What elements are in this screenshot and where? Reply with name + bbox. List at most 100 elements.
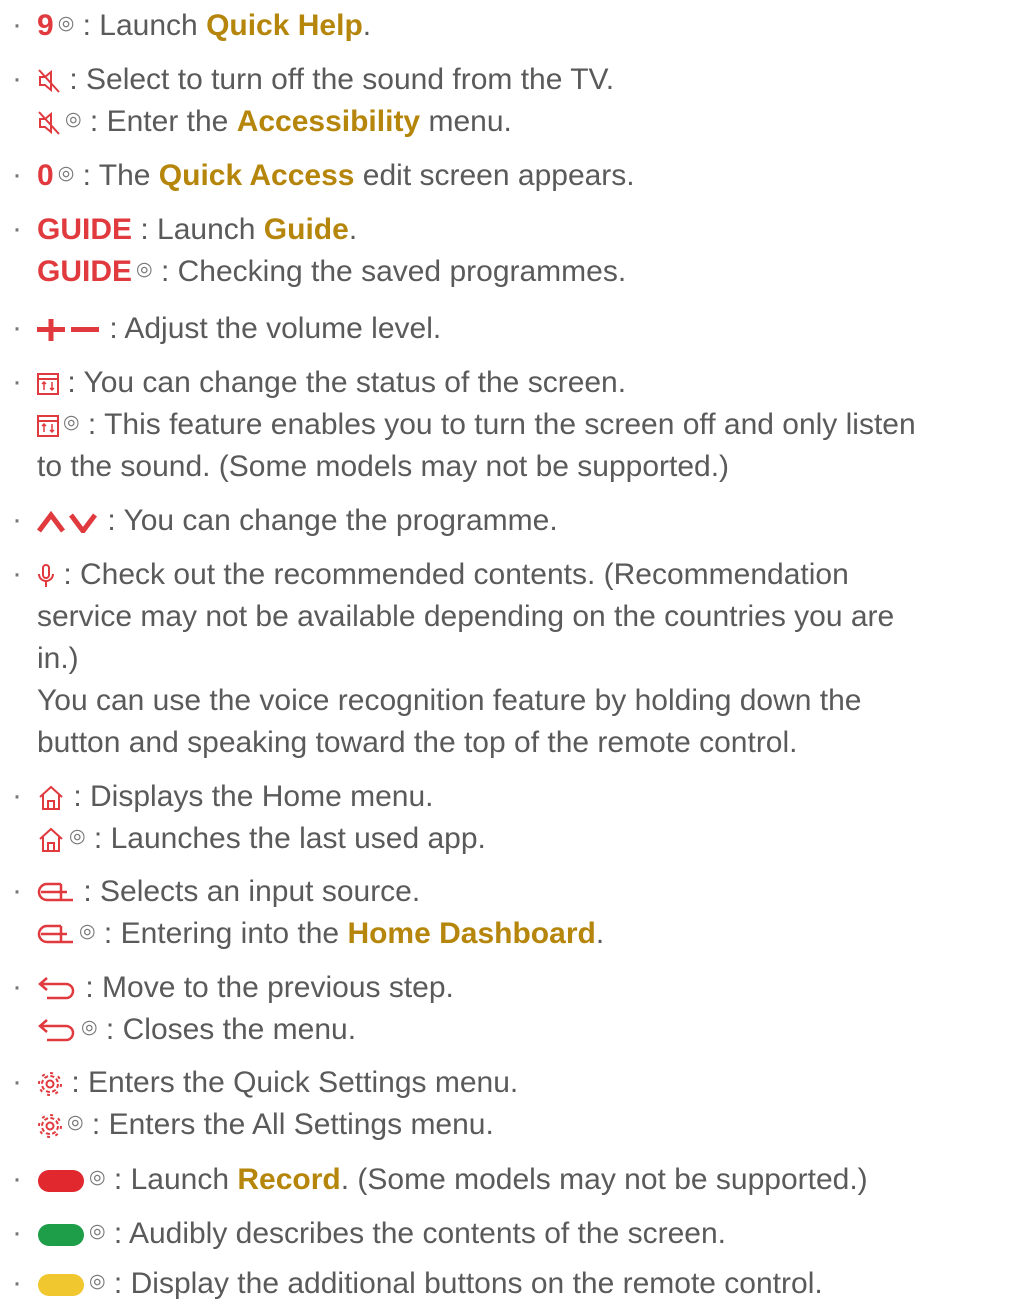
separator: : bbox=[63, 1066, 89, 1099]
separator: : bbox=[75, 875, 101, 908]
home-icon bbox=[37, 827, 65, 853]
item-line: 0 ◎ : The Quick Access edit screen appear… bbox=[37, 158, 635, 194]
item-text: Enters the All Settings menu. bbox=[108, 1108, 494, 1141]
hold-icon: ◎ bbox=[63, 412, 80, 433]
item-text: Displays the Home menu. bbox=[90, 780, 434, 813]
separator: : bbox=[105, 1217, 129, 1250]
item-text: Launch bbox=[130, 1163, 238, 1196]
hold-icon: ◎ bbox=[65, 109, 82, 130]
bullet: · bbox=[12, 158, 22, 191]
bullet: · bbox=[12, 874, 22, 907]
item-text: Launches the last used app. bbox=[110, 822, 486, 855]
bullet: · bbox=[12, 212, 22, 245]
item-line: to the sound. (Some models may not be su… bbox=[37, 449, 729, 485]
hold-icon: ◎ bbox=[67, 1112, 84, 1133]
hold-icon: ◎ bbox=[69, 826, 86, 847]
item-text: service may not be available depending o… bbox=[37, 600, 895, 633]
mute-icon bbox=[37, 68, 61, 94]
item-line: : Displays the Home menu. bbox=[37, 779, 434, 815]
bullet: · bbox=[12, 1162, 22, 1195]
item-line: ◎ : Closes the menu. bbox=[37, 1012, 356, 1048]
separator: : bbox=[105, 1163, 131, 1196]
item-line: ◎ : Audibly describes the contents of th… bbox=[37, 1216, 726, 1252]
separator: : bbox=[105, 1267, 131, 1300]
separator: : bbox=[55, 558, 81, 591]
separator: : bbox=[83, 1108, 109, 1141]
input-icon bbox=[37, 922, 75, 948]
item-line: : Enters the Quick Settings menu. bbox=[37, 1065, 518, 1101]
item-text: This feature enables you to turn the scr… bbox=[104, 408, 916, 441]
item-text: You can use the voice recognition featur… bbox=[37, 684, 862, 717]
item-text: Select to turn off the sound from the TV… bbox=[86, 63, 615, 96]
item-text: menu. bbox=[420, 105, 512, 138]
volume-icon bbox=[37, 319, 101, 342]
item-line: ◎ : Enter the Accessibility menu. bbox=[37, 104, 512, 140]
item-line: in.) bbox=[37, 641, 79, 677]
hold-icon: ◎ bbox=[57, 163, 75, 184]
item-text: Check out the recommended contents. (Rec… bbox=[80, 558, 849, 591]
back-icon bbox=[37, 976, 77, 1002]
item-text: Launch bbox=[157, 213, 264, 246]
item-text: Launch bbox=[99, 9, 207, 42]
item-text: The bbox=[98, 159, 159, 192]
accessibility-link[interactable]: Accessibility bbox=[237, 105, 420, 138]
key-nine: 9 bbox=[37, 9, 54, 42]
item-text: Selects an input source. bbox=[100, 875, 421, 908]
record-link[interactable]: Record bbox=[237, 1163, 340, 1196]
key-zero: 0 bbox=[37, 159, 54, 192]
bullet: · bbox=[12, 557, 22, 590]
hold-icon: ◎ bbox=[136, 259, 153, 280]
hold-icon: ◎ bbox=[81, 1017, 98, 1038]
item-line: You can use the voice recognition featur… bbox=[37, 683, 861, 719]
home-icon bbox=[37, 785, 65, 811]
hold-icon: ◎ bbox=[89, 1167, 106, 1188]
bullet: · bbox=[12, 970, 22, 1003]
item-text: Closes the menu. bbox=[122, 1013, 357, 1046]
item-line: GUIDE ◎ : Checking the saved programmes. bbox=[37, 254, 626, 290]
separator: : bbox=[97, 1013, 123, 1046]
channel-up-down-icon bbox=[37, 511, 99, 534]
quick-access-link[interactable]: Quick Access bbox=[159, 159, 355, 192]
separator: : bbox=[65, 780, 91, 813]
item-text: . bbox=[362, 9, 372, 42]
remote-buttons-description: · 9 ◎ : Launch Quick Help. · : Select to … bbox=[0, 0, 1018, 1307]
bullet: · bbox=[12, 1216, 22, 1249]
item-line: : Check out the recommended contents. (R… bbox=[37, 557, 849, 593]
settings-icon bbox=[37, 1071, 63, 1097]
separator: : bbox=[77, 971, 103, 1004]
guide-link[interactable]: Guide bbox=[264, 213, 349, 246]
separator: : bbox=[81, 105, 107, 138]
separator: : bbox=[95, 917, 121, 950]
item-line: ◎ : Launches the last used app. bbox=[37, 821, 486, 857]
separator: : bbox=[152, 255, 178, 288]
bullet: · bbox=[12, 365, 22, 398]
separator: : bbox=[132, 213, 158, 246]
item-text: . (Some models may not be supported.) bbox=[340, 1163, 868, 1196]
key-guide: GUIDE bbox=[37, 255, 133, 288]
item-line: : Adjust the volume level. bbox=[37, 311, 441, 347]
separator: : bbox=[74, 159, 99, 192]
item-text: Adjust the volume level. bbox=[124, 312, 442, 345]
item-line: : You can change the programme. bbox=[37, 503, 558, 539]
item-line: : You can change the status of the scree… bbox=[37, 365, 626, 401]
bullet: · bbox=[12, 62, 22, 95]
separator: : bbox=[59, 366, 84, 399]
bullet: · bbox=[12, 8, 22, 41]
item-text: Checking the saved programmes. bbox=[177, 255, 627, 288]
green-button-icon bbox=[37, 1223, 85, 1247]
yellow-button-icon bbox=[37, 1273, 85, 1297]
input-icon bbox=[37, 880, 75, 906]
bullet: · bbox=[12, 779, 22, 812]
bullet: · bbox=[12, 311, 22, 344]
settings-icon bbox=[37, 1113, 63, 1139]
item-line: 9 ◎ : Launch Quick Help. bbox=[37, 8, 371, 44]
separator: : bbox=[79, 408, 105, 441]
item-text: You can change the programme. bbox=[123, 504, 558, 537]
item-line: ◎ : Display the additional buttons on th… bbox=[37, 1266, 823, 1302]
item-text: . bbox=[595, 917, 605, 950]
quick-help-link[interactable]: Quick Help bbox=[206, 9, 363, 42]
item-text: Audibly describes the contents of the sc… bbox=[128, 1217, 726, 1250]
hold-icon: ◎ bbox=[89, 1221, 106, 1242]
separator: : bbox=[101, 312, 125, 345]
home-dashboard-link[interactable]: Home Dashboard bbox=[347, 917, 595, 950]
